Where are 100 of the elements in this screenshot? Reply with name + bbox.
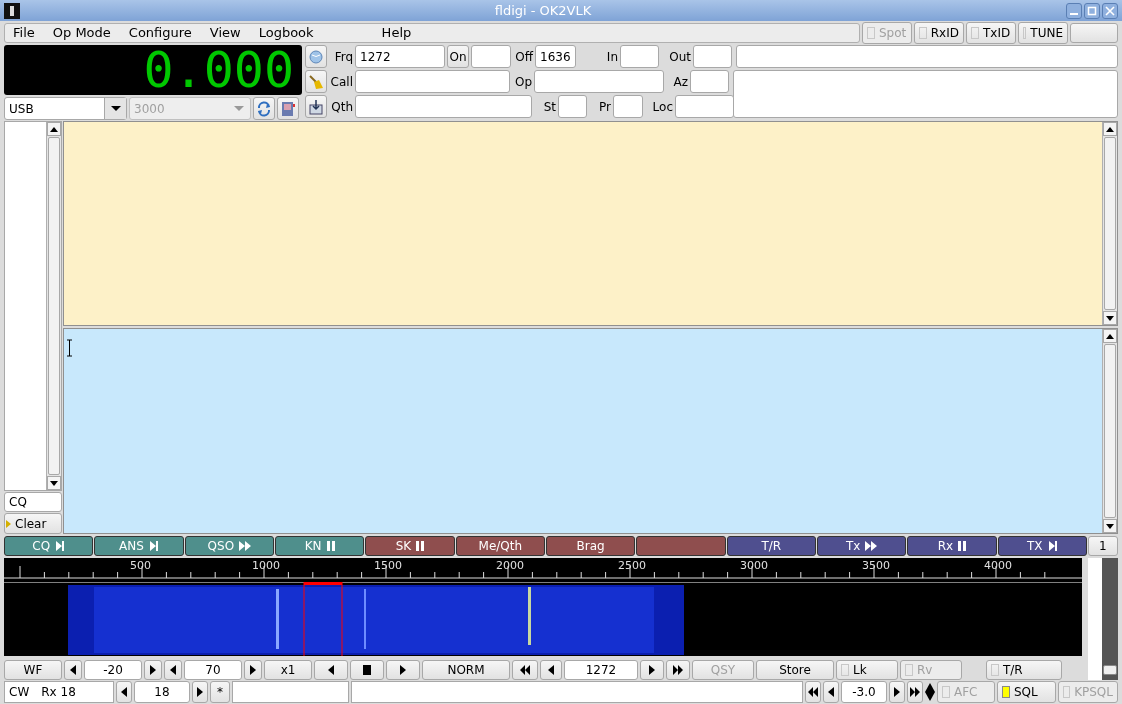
play-end-icon — [1047, 540, 1058, 552]
macro-entry-field[interactable]: CQ — [4, 492, 62, 512]
macro-button[interactable]: Tx — [816, 536, 907, 556]
fast-left-button[interactable] — [805, 681, 821, 703]
refresh-button[interactable] — [253, 97, 275, 120]
decrease-button[interactable] — [64, 659, 82, 680]
log-field[interactable] — [471, 45, 511, 68]
macro-button[interactable]: T/R — [726, 536, 816, 556]
log-field[interactable] — [693, 45, 732, 68]
broom-button[interactable] — [305, 70, 327, 93]
macro-set-label[interactable]: 1 — [1087, 536, 1118, 556]
rx-status: Rx 18 — [41, 684, 76, 701]
log-field[interactable] — [558, 95, 587, 118]
lock-toggle[interactable]: Lk — [836, 659, 898, 680]
decrease-button[interactable] — [116, 681, 132, 703]
tr-toggle[interactable]: T/R — [986, 659, 1062, 680]
store-button[interactable]: Store — [756, 659, 834, 680]
right-button[interactable] — [889, 681, 905, 703]
blank-button[interactable] — [1070, 23, 1118, 43]
macro-list[interactable] — [4, 121, 62, 491]
menu-item[interactable]: Configure — [128, 23, 192, 43]
afc-field[interactable]: -3.0 — [841, 681, 887, 703]
range-db-field[interactable]: 70 — [184, 659, 242, 680]
close-icon[interactable] — [1102, 2, 1118, 19]
scrollbar[interactable] — [1102, 329, 1117, 533]
minimize-icon[interactable] — [1066, 2, 1082, 19]
min-db-field[interactable]: -20 — [84, 659, 142, 680]
center-button[interactable] — [350, 659, 384, 680]
scrollbar[interactable] — [46, 122, 61, 490]
right-button[interactable] — [386, 659, 420, 680]
book-button[interactable] — [277, 97, 299, 120]
field-label: Az — [672, 73, 688, 91]
menu-item[interactable]: Help — [381, 23, 412, 43]
toggle-button[interactable]: TxID — [966, 22, 1016, 44]
fast-right-button[interactable] — [666, 659, 690, 680]
download-button[interactable] — [305, 95, 327, 118]
macro-button[interactable]: Rx — [907, 536, 997, 556]
level-field[interactable]: 18 — [134, 681, 190, 703]
right-button[interactable] — [640, 659, 664, 680]
left-button[interactable] — [823, 681, 839, 703]
zoom-button[interactable]: x1 — [264, 659, 312, 680]
waterfall-display[interactable] — [4, 581, 1082, 656]
globe-button[interactable] — [305, 45, 327, 68]
fast-left-button[interactable] — [512, 659, 538, 680]
log-field[interactable] — [690, 70, 729, 93]
log-field[interactable]: 1636 — [535, 45, 576, 68]
macro-button[interactable]: KN — [275, 536, 365, 556]
scale-label: 4000 — [984, 558, 1012, 574]
increase-button[interactable] — [244, 659, 262, 680]
window-title: fldigi - OK2VLK — [493, 1, 593, 20]
fast-right-button[interactable] — [907, 681, 923, 703]
macro-button[interactable]: ANS — [94, 536, 184, 556]
menu-item[interactable]: Op Mode — [52, 23, 111, 43]
clear-button[interactable]: Clear — [4, 513, 62, 534]
frequency-field[interactable]: 1272 — [564, 659, 638, 680]
macro-button[interactable]: SK — [365, 536, 455, 556]
left-button[interactable] — [314, 659, 348, 680]
scrollbar[interactable] — [1102, 122, 1117, 325]
scale-label: 2000 — [496, 558, 524, 574]
macro-button[interactable] — [636, 536, 726, 556]
macro-button[interactable]: QSO — [184, 536, 274, 556]
slider-handle[interactable] — [1103, 664, 1117, 675]
down-arrow-icon — [50, 480, 58, 486]
scale-label: 2500 — [618, 558, 646, 574]
toggle-button[interactable]: RxID — [914, 22, 964, 44]
decrease-button[interactable] — [164, 659, 182, 680]
waterfall-slider[interactable] — [1102, 558, 1118, 680]
left-button[interactable] — [540, 659, 562, 680]
notes-field[interactable] — [736, 45, 1118, 68]
log-field[interactable]: 1272 — [355, 45, 445, 68]
log-field[interactable] — [355, 70, 510, 93]
display-mode-button[interactable]: WF — [4, 659, 62, 680]
log-field[interactable] — [355, 95, 532, 118]
maximize-icon[interactable] — [1084, 2, 1100, 19]
toggle-button[interactable]: On — [447, 45, 469, 68]
field-label: Off — [514, 48, 533, 66]
toggle-button[interactable]: TUNE — [1018, 22, 1068, 44]
log-field[interactable] — [534, 70, 664, 93]
menu-item[interactable]: Logbook — [258, 23, 314, 43]
macro-button[interactable]: Me/Qth — [455, 536, 545, 556]
menu-item[interactable]: View — [209, 23, 241, 43]
macro-button[interactable]: Brag — [545, 536, 636, 556]
field-label: Op — [513, 73, 532, 91]
star-button[interactable]: * — [210, 681, 230, 703]
scale-label: 3000 — [740, 558, 768, 574]
log-field[interactable] — [675, 95, 734, 118]
comment-field[interactable] — [733, 70, 1118, 118]
increase-button[interactable] — [192, 681, 208, 703]
book-icon — [281, 100, 295, 117]
scale-label: 1000 — [252, 558, 280, 574]
log-field[interactable] — [620, 45, 659, 68]
log-field[interactable] — [613, 95, 643, 118]
speed-button[interactable]: NORM — [422, 659, 510, 680]
caret-icon — [110, 106, 121, 111]
mode-dropdown[interactable]: USB — [4, 97, 127, 120]
increase-button[interactable] — [144, 659, 162, 680]
macro-button[interactable]: CQ — [4, 536, 94, 556]
menu-item[interactable]: File — [13, 23, 35, 43]
sql-toggle[interactable]: SQL — [997, 681, 1056, 703]
macro-button[interactable]: TX — [997, 536, 1087, 556]
